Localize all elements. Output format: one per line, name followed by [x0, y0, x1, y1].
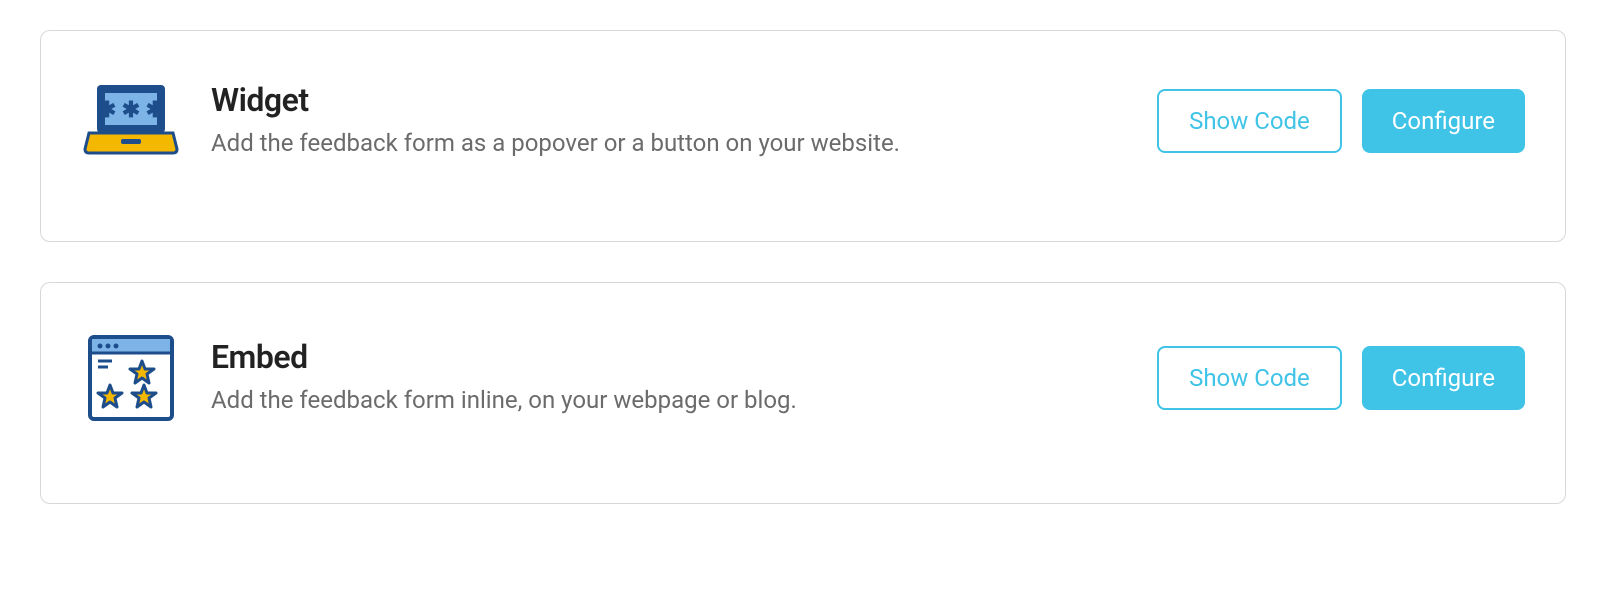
- widget-title: Widget: [211, 81, 1127, 119]
- show-code-button[interactable]: Show Code: [1157, 89, 1342, 153]
- widget-card: ✱ ✱ ✱ Widget Add the feedback form as a …: [40, 30, 1566, 242]
- embed-actions: Show Code Configure: [1157, 346, 1525, 410]
- configure-button[interactable]: Configure: [1362, 346, 1525, 410]
- browser-stars-icon: [81, 333, 181, 423]
- embed-description: Add the feedback form inline, on your we…: [211, 384, 1127, 418]
- show-code-button[interactable]: Show Code: [1157, 346, 1342, 410]
- svg-text:✱ ✱ ✱: ✱ ✱ ✱: [98, 98, 164, 123]
- laptop-icon: ✱ ✱ ✱: [81, 81, 181, 161]
- embed-title: Embed: [211, 338, 1127, 376]
- widget-text: Widget Add the feedback form as a popove…: [211, 81, 1127, 161]
- configure-button[interactable]: Configure: [1362, 89, 1525, 153]
- embed-card: Embed Add the feedback form inline, on y…: [40, 282, 1566, 504]
- embed-text: Embed Add the feedback form inline, on y…: [211, 338, 1127, 418]
- widget-actions: Show Code Configure: [1157, 89, 1525, 153]
- widget-description: Add the feedback form as a popover or a …: [211, 127, 1127, 161]
